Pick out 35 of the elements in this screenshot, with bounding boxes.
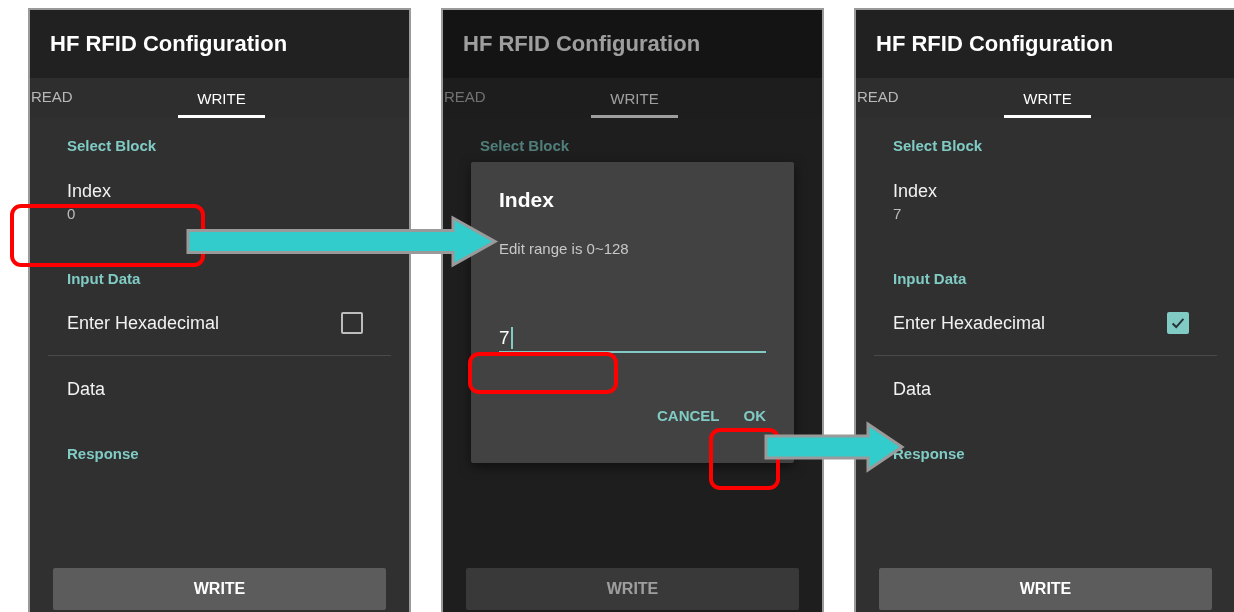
section-header: Response [66,444,140,464]
dialog-button[interactable]: CANCEL [649,401,728,430]
tab[interactable]: READ [856,78,976,118]
screen-title: HF RFID Configuration [876,31,1114,57]
setting-label: Index [67,180,113,202]
write-button[interactable]: WRITE [466,568,799,610]
section-header: Input Data [66,269,142,289]
text-cursor [510,327,513,349]
section-header: Select Block [479,136,571,156]
checkbox[interactable] [341,312,363,334]
write-button[interactable]: WRITE [879,568,1212,610]
tab[interactable]: READ [30,78,150,118]
input-field[interactable]: 7 [499,325,766,353]
section-header: Response [892,444,966,464]
setting-label: Data [66,378,107,401]
setting-label: Enter Hexadecimal [67,312,220,334]
dialog-button[interactable]: OK [735,401,774,430]
screen-title: HF RFID Configuration [463,31,701,57]
dialog-title: Index [499,188,555,212]
section-header: Select Block [66,136,158,156]
write-button[interactable]: WRITE [53,568,386,610]
setting-label: Index [893,180,939,202]
setting-label: Enter Hexadecimal [893,312,1046,334]
tab[interactable]: WRITE [1004,78,1091,118]
setting-value: 0 [67,204,77,224]
tab[interactable]: READ [443,78,563,118]
section-header: Input Data [892,269,968,289]
setting-value: 7 [893,204,903,224]
tab[interactable]: WRITE [591,78,678,118]
section-header: Select Block [892,136,984,156]
screen-title: HF RFID Configuration [50,31,288,57]
setting-label: Data [892,378,933,401]
dialog-message: Edit range is 0~128 [499,240,630,257]
checkbox[interactable] [1167,312,1189,334]
tab[interactable]: WRITE [178,78,265,118]
